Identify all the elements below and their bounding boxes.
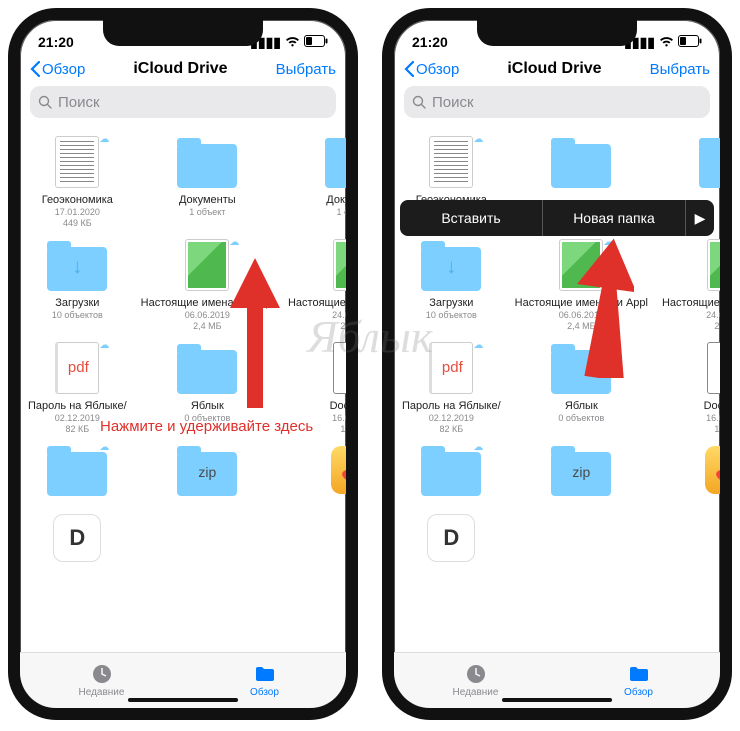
search-icon	[412, 95, 426, 109]
select-button[interactable]: Выбрать	[276, 61, 336, 78]
content[interactable]: ☁︎ Геоэкономика 17.01.2020 449 КБ Загруз…	[394, 128, 720, 672]
back-label: Обзор	[416, 61, 459, 78]
phone-right: 21:20 ▮▮▮▮ Обзор iCloud Drive Выбрать По…	[382, 8, 732, 720]
folder-item[interactable]	[137, 442, 278, 502]
folder-item[interactable]: ☁︎	[398, 442, 505, 502]
battery-icon	[678, 34, 702, 50]
search-placeholder: Поиск	[58, 94, 100, 111]
page-title: iCloud Drive	[133, 60, 227, 78]
folder-item[interactable]: Загрузки 10 объектов	[398, 237, 505, 332]
search-icon	[38, 95, 52, 109]
back-label: Обзор	[42, 61, 85, 78]
status-icons: ▮▮▮▮	[624, 34, 702, 51]
file-item[interactable]: ☁︎ Геоэкономика 17.01.2020 449 КБ	[24, 134, 131, 229]
file-item[interactable]: ☁︎ Настоящие имена...Appl 2 24.07.2019 2…	[658, 237, 720, 332]
page-title: iCloud Drive	[507, 60, 601, 78]
chevron-left-icon	[30, 61, 40, 77]
chevron-left-icon	[404, 61, 414, 77]
phone-left: 21:20 ▮▮▮▮ Обзор iCloud Drive Выбрать По…	[8, 8, 358, 720]
search-input[interactable]: Поиск	[404, 86, 710, 118]
folder-item[interactable]: Документы 1 объект	[137, 134, 278, 229]
cloud-icon: ☁︎	[99, 340, 109, 352]
annotation-text: Нажмите и удерживайте здесь	[100, 418, 313, 436]
nav-bar: Обзор iCloud Drive Выбрать	[394, 56, 720, 86]
status-time: 21:20	[38, 34, 74, 50]
file-item[interactable]: Document 16.05.2019 1,4 МБ	[658, 340, 720, 435]
folder-item[interactable]: Загрузки 10 объектов	[24, 237, 131, 332]
folder-icon	[254, 663, 276, 685]
notch	[477, 20, 637, 46]
folder-item[interactable]	[511, 442, 652, 502]
battery-icon	[304, 34, 328, 50]
annotation-arrow	[574, 238, 634, 378]
file-item[interactable]: pdf☁︎ Пароль на Яблыке/ 02.12.2019 82 КБ	[398, 340, 505, 435]
folder-icon	[628, 663, 650, 685]
file-item[interactable]: D	[398, 510, 505, 570]
context-paste[interactable]: Вставить	[400, 210, 542, 226]
nav-bar: Обзор iCloud Drive Выбрать	[20, 56, 346, 86]
search-input[interactable]: Поиск	[30, 86, 336, 118]
folder-item[interactable]: Документы 1 объект	[284, 134, 346, 229]
cloud-icon: ☁︎	[99, 134, 109, 146]
cloud-icon: ☁︎	[473, 134, 483, 146]
home-indicator[interactable]	[502, 698, 612, 702]
wifi-icon	[285, 34, 300, 50]
file-item[interactable]: 🎸☁︎	[284, 442, 346, 502]
cloud-icon: ☁︎	[473, 340, 483, 352]
search-placeholder: Поиск	[432, 94, 474, 111]
back-button[interactable]: Обзор	[404, 61, 459, 78]
cloud-icon: ☁︎	[473, 442, 483, 454]
clock-icon	[465, 663, 487, 685]
status-icons: ▮▮▮▮	[250, 34, 328, 51]
back-button[interactable]: Обзор	[30, 61, 85, 78]
file-item[interactable]: ☁︎ Настоящие имена...Appl 2 24.07.2019 2…	[284, 237, 346, 332]
cloud-icon: ☁︎	[229, 237, 239, 249]
notch	[103, 20, 263, 46]
cloud-icon: ☁︎	[99, 442, 109, 454]
file-item[interactable]: D	[24, 510, 131, 570]
folder-item[interactable]: ☁︎	[24, 442, 131, 502]
content[interactable]: ☁︎ Геоэкономика 17.01.2020 449 КБ Докуме…	[20, 128, 346, 672]
wifi-icon	[659, 34, 674, 50]
file-item[interactable]: 🎸☁︎	[658, 442, 720, 502]
status-time: 21:20	[412, 34, 448, 50]
home-indicator[interactable]	[128, 698, 238, 702]
annotation-arrow	[230, 258, 280, 408]
context-more[interactable]: ▶	[686, 210, 714, 227]
context-new-folder[interactable]: Новая папка	[543, 210, 685, 226]
clock-icon	[91, 663, 113, 685]
select-button[interactable]: Выбрать	[650, 61, 710, 78]
context-menu: Вставить Новая папка ▶	[400, 200, 714, 236]
